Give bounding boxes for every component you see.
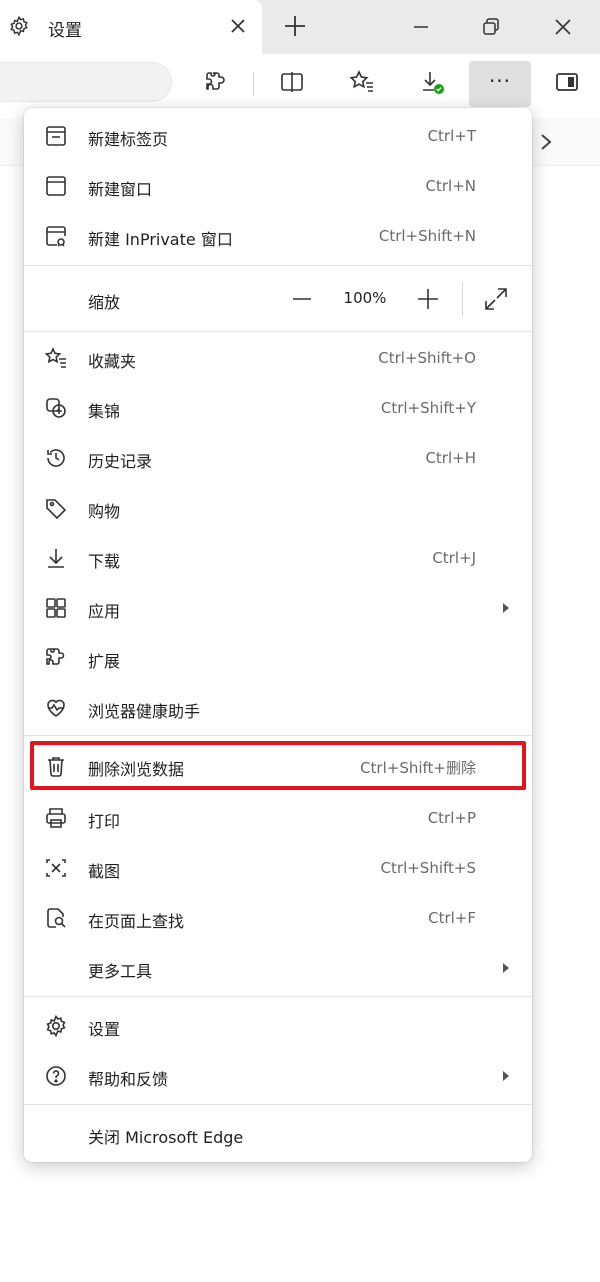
menu-item-new-tab[interactable]: 新建标签页 Ctrl+T bbox=[24, 112, 532, 160]
heart-pulse-icon bbox=[47, 699, 65, 717]
gear-icon bbox=[46, 1014, 66, 1038]
history-icon bbox=[47, 449, 65, 467]
extensions-icon[interactable] bbox=[202, 68, 230, 96]
menu-item-label: 下载 bbox=[88, 552, 121, 571]
menu-item-favorites[interactable]: 收藏夹 Ctrl+Shift+O bbox=[24, 334, 532, 382]
restore-icon[interactable] bbox=[478, 14, 504, 40]
collections-icon bbox=[46, 398, 66, 418]
gear-icon bbox=[10, 15, 28, 37]
menu-item-close-edge[interactable]: 关闭 Microsoft Edge bbox=[24, 1110, 532, 1158]
menu-item-print[interactable]: 打印 Ctrl+P bbox=[24, 794, 532, 842]
menu-item-browser-essentials[interactable]: 浏览器健康助手 bbox=[24, 684, 532, 732]
menu-item-settings[interactable]: 设置 bbox=[24, 1002, 532, 1050]
menu-item-label: 新建 InPrivate 窗口 bbox=[88, 230, 233, 249]
menu-item-shortcut: Ctrl+J bbox=[432, 549, 476, 567]
menu-item-apps[interactable]: 应用 bbox=[24, 584, 532, 632]
menu-item-collections[interactable]: 集锦 Ctrl+Shift+Y bbox=[24, 384, 532, 432]
menu-item-shortcut: Ctrl+F bbox=[428, 909, 476, 927]
menu-item-shopping[interactable]: 购物 bbox=[24, 484, 532, 532]
toolbar: ··· bbox=[0, 54, 600, 114]
download-icon bbox=[48, 549, 64, 568]
menu-item-label: 帮助和反馈 bbox=[88, 1070, 169, 1089]
full-screen-icon[interactable] bbox=[482, 285, 510, 313]
split-screen-icon[interactable] bbox=[278, 68, 306, 96]
extensions-icon bbox=[46, 648, 65, 665]
menu-item-screenshot[interactable]: 截图 Ctrl+Shift+S bbox=[24, 844, 532, 892]
menu-item-label: 打印 bbox=[88, 812, 121, 831]
address-bar[interactable] bbox=[0, 62, 172, 102]
tab-settings[interactable]: 设置 bbox=[0, 0, 262, 54]
menu-divider bbox=[24, 1104, 532, 1105]
submenu-arrow-icon bbox=[503, 963, 509, 973]
menu-item-label: 更多工具 bbox=[88, 962, 153, 981]
menu-item-shortcut: Ctrl+Shift+N bbox=[378, 227, 476, 245]
minimize-icon[interactable] bbox=[408, 14, 434, 40]
zoom-label: 缩放 bbox=[88, 293, 121, 312]
new-window-icon bbox=[46, 176, 66, 196]
find-on-page-icon bbox=[47, 908, 66, 928]
close-tab-icon[interactable] bbox=[226, 14, 250, 38]
sidebar-icon[interactable] bbox=[553, 68, 581, 96]
menu-item-help-and-feedback[interactable]: 帮助和反馈 bbox=[24, 1052, 532, 1100]
menu-item-shortcut: Ctrl+H bbox=[425, 449, 476, 467]
settings-and-more-menu: 新建标签页 Ctrl+T 新建窗口 Ctrl+N 新建 InPrivate 窗口… bbox=[24, 108, 532, 1162]
menu-item-label: 应用 bbox=[88, 602, 121, 621]
menu-item-label: 在页面上查找 bbox=[88, 912, 185, 931]
menu-item-extensions[interactable]: 扩展 bbox=[24, 634, 532, 682]
menu-item-label: 收藏夹 bbox=[88, 352, 137, 371]
menu-item-label: 设置 bbox=[88, 1020, 121, 1039]
title-bar: 设置 bbox=[0, 0, 600, 54]
menu-item-more-tools[interactable]: 更多工具 bbox=[24, 944, 532, 992]
menu-item-find-on-page[interactable]: 在页面上查找 Ctrl+F bbox=[24, 894, 532, 942]
menu-item-label: 关闭 Microsoft Edge bbox=[88, 1128, 244, 1147]
menu-divider bbox=[24, 735, 532, 736]
menu-item-new-window[interactable]: 新建窗口 Ctrl+N bbox=[24, 162, 532, 210]
zoom-divider bbox=[462, 282, 463, 316]
toolbar-divider bbox=[253, 72, 254, 96]
submenu-arrow-icon bbox=[503, 603, 509, 613]
menu-item-history[interactable]: 历史记录 Ctrl+H bbox=[24, 434, 532, 482]
chevron-right-icon[interactable] bbox=[538, 132, 554, 152]
menu-item-label: 购物 bbox=[88, 502, 121, 521]
zoom-row: 缩放 100% bbox=[24, 272, 532, 326]
menu-divider bbox=[24, 265, 532, 266]
menu-item-label: 历史记录 bbox=[88, 452, 153, 471]
more-icon: ··· bbox=[488, 69, 512, 93]
more-button[interactable]: ··· bbox=[469, 61, 531, 107]
highlight-box bbox=[30, 741, 526, 790]
menu-item-label: 新建标签页 bbox=[88, 130, 169, 149]
zoom-out-button[interactable] bbox=[288, 285, 316, 313]
new-tab-plus-icon[interactable] bbox=[281, 12, 309, 40]
menu-item-label: 集锦 bbox=[88, 402, 121, 421]
apps-icon bbox=[46, 598, 66, 618]
zoom-value: 100% bbox=[343, 289, 387, 307]
menu-item-shortcut: Ctrl+N bbox=[425, 177, 476, 195]
menu-item-shortcut: Ctrl+Shift+S bbox=[380, 859, 476, 877]
screenshot-icon bbox=[46, 859, 66, 877]
menu-item-new-inprivate-window[interactable]: 新建 InPrivate 窗口 Ctrl+Shift+N bbox=[24, 212, 532, 260]
printer-icon bbox=[46, 808, 66, 828]
menu-item-label: 截图 bbox=[88, 862, 121, 881]
menu-item-downloads[interactable]: 下载 Ctrl+J bbox=[24, 534, 532, 582]
tab-title: 设置 bbox=[48, 21, 82, 41]
menu-item-shortcut: Ctrl+P bbox=[427, 809, 476, 827]
menu-item-label: 浏览器健康助手 bbox=[88, 702, 201, 721]
new-tab-icon bbox=[46, 126, 66, 146]
menu-item-shortcut: Ctrl+Shift+O bbox=[378, 349, 476, 367]
favorites-icon bbox=[44, 347, 66, 368]
menu-item-shortcut: Ctrl+Shift+Y bbox=[380, 399, 476, 417]
zoom-in-button[interactable] bbox=[414, 285, 442, 313]
menu-divider bbox=[24, 331, 532, 332]
close-window-icon[interactable] bbox=[550, 14, 576, 40]
submenu-arrow-icon bbox=[503, 1071, 509, 1081]
downloads-icon[interactable] bbox=[418, 68, 446, 96]
menu-item-label: 扩展 bbox=[88, 652, 121, 671]
favorites-icon[interactable] bbox=[348, 68, 376, 96]
inprivate-window-icon bbox=[46, 226, 66, 247]
menu-item-label: 新建窗口 bbox=[88, 180, 153, 199]
menu-divider bbox=[24, 996, 532, 997]
shopping-tag-icon bbox=[46, 499, 67, 520]
help-icon bbox=[46, 1066, 66, 1086]
menu-item-shortcut: Ctrl+T bbox=[427, 127, 476, 145]
